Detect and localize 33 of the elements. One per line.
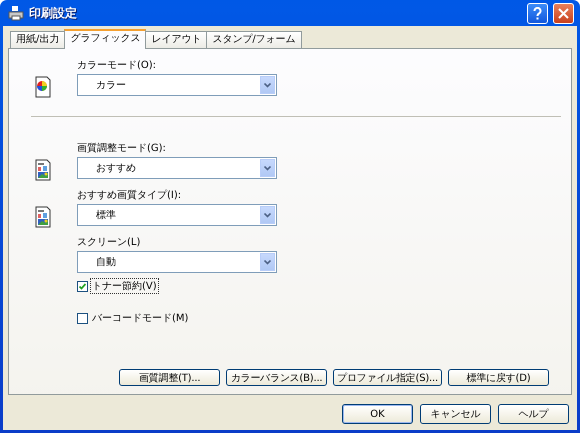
field-label: おすすめ画質タイプ(I):	[77, 188, 182, 202]
checkbox-label: バーコードモード(M)	[91, 312, 190, 326]
tab[interactable]: グラフィックス	[64, 29, 146, 49]
tab[interactable]: スタンプ/フォーム	[206, 31, 302, 48]
image-document-icon	[35, 206, 51, 228]
help-button[interactable]	[527, 2, 548, 24]
image-document-icon	[35, 159, 51, 181]
checkbox[interactable]	[77, 280, 88, 292]
dropdown[interactable]: おすすめ	[77, 157, 277, 179]
close-icon	[558, 8, 569, 18]
field-label: スクリーン(L)	[77, 236, 142, 249]
tab[interactable]: レイアウト	[145, 31, 208, 48]
window-title: 印刷設定	[29, 4, 78, 22]
checkbox-label: トナー節約(V)	[90, 278, 159, 294]
dropdown[interactable]: カラー	[77, 74, 277, 96]
help-icon	[533, 6, 542, 20]
settings-button[interactable]: カラーバランス(B)...	[226, 369, 328, 386]
printer-icon	[8, 5, 24, 21]
dropdown[interactable]: 自動	[77, 251, 277, 273]
dialog-button[interactable]: キャンセル	[420, 404, 491, 424]
dropdown[interactable]: 標準	[77, 204, 277, 226]
field-label: 画質調整モード(G):	[77, 142, 167, 155]
settings-button[interactable]: プロファイル指定(S)...	[333, 369, 442, 386]
field-label: カラーモード(O):	[77, 59, 158, 72]
settings-button[interactable]: 標準に戻す(D)	[448, 369, 549, 386]
settings-button[interactable]: 画質調整(T)...	[119, 369, 220, 386]
dialog-button[interactable]: OK	[342, 404, 413, 424]
tab[interactable]: 用紙/出力	[10, 31, 66, 48]
checkbox[interactable]	[77, 312, 88, 324]
color-document-icon	[35, 76, 51, 98]
dialog-button[interactable]: ヘルプ	[498, 404, 569, 424]
check-icon	[79, 282, 86, 290]
close-button[interactable]	[553, 2, 574, 24]
